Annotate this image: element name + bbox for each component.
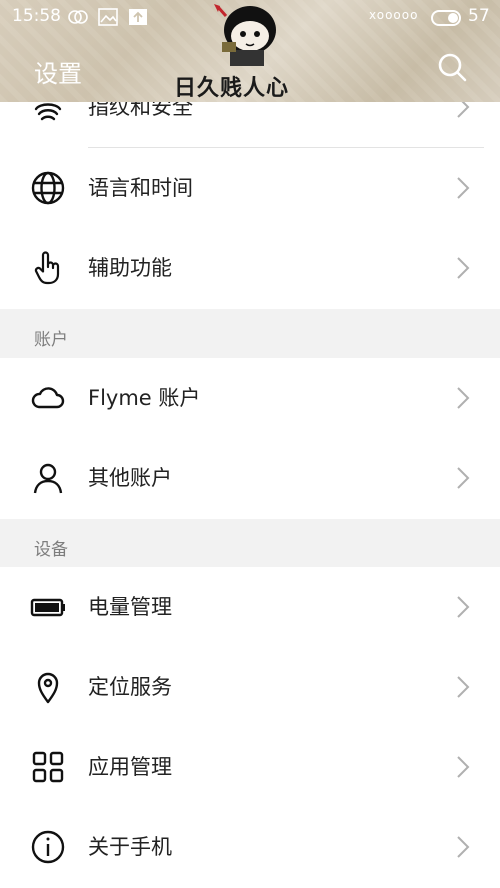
signal-indicator: xooooo	[369, 8, 419, 22]
row-about-phone[interactable]: 关于手机	[0, 807, 500, 888]
row-label: 应用管理	[88, 755, 172, 779]
chevron-right-icon	[456, 675, 470, 699]
user-icon	[30, 460, 66, 496]
info-icon	[30, 829, 66, 865]
top-app-bar: 15:58 xooooo 57 设置 日久贱人心	[0, 0, 500, 102]
chevron-right-icon	[456, 386, 470, 410]
row-label: 电量管理	[88, 595, 172, 619]
settings-list: 指纹和安全 语言和时间 辅助功能 账户 Flyme 账户 其他账户 设备 电量管…	[0, 0, 500, 888]
toggle-icon	[431, 10, 461, 26]
chevron-right-icon	[456, 755, 470, 779]
section-title: 账户	[34, 330, 68, 350]
notification-icons	[68, 8, 148, 26]
row-language-time[interactable]: 语言和时间	[0, 148, 500, 229]
rings-icon	[68, 8, 88, 26]
row-label: Flyme 账户	[88, 386, 201, 410]
globe-icon	[30, 170, 66, 206]
location-pin-icon	[30, 669, 66, 705]
search-icon	[438, 53, 467, 82]
row-label: 定位服务	[88, 675, 172, 699]
hand-pointer-icon	[30, 250, 66, 286]
section-header-accounts: 账户	[0, 309, 500, 358]
chevron-right-icon	[456, 176, 470, 200]
page-title: 设置	[34, 60, 82, 88]
row-location-services[interactable]: 定位服务	[0, 647, 500, 728]
chevron-right-icon	[456, 256, 470, 280]
row-label: 语言和时间	[88, 176, 193, 200]
cloud-icon	[30, 380, 66, 416]
watermark-text: 日久贱人心	[174, 76, 290, 101]
row-flyme-account[interactable]: Flyme 账户	[0, 358, 500, 439]
chevron-right-icon	[456, 466, 470, 490]
section-title: 设备	[34, 540, 68, 560]
search-button[interactable]	[437, 52, 467, 82]
battery-icon	[30, 589, 66, 625]
row-battery-management[interactable]: 电量管理	[0, 567, 500, 648]
chevron-right-icon	[456, 835, 470, 859]
chevron-right-icon	[456, 595, 470, 619]
row-accessibility[interactable]: 辅助功能	[0, 228, 500, 309]
battery-level: 57	[468, 6, 490, 26]
row-label: 关于手机	[88, 835, 172, 859]
row-label: 其他账户	[88, 466, 172, 490]
section-header-device: 设备	[0, 519, 500, 568]
image-icon	[98, 8, 118, 26]
upload-icon	[128, 8, 148, 26]
row-app-management[interactable]: 应用管理	[0, 727, 500, 808]
status-time: 15:58	[12, 6, 61, 26]
row-label: 辅助功能	[88, 256, 172, 280]
grid-icon	[30, 749, 66, 785]
row-other-accounts[interactable]: 其他账户	[0, 438, 500, 519]
